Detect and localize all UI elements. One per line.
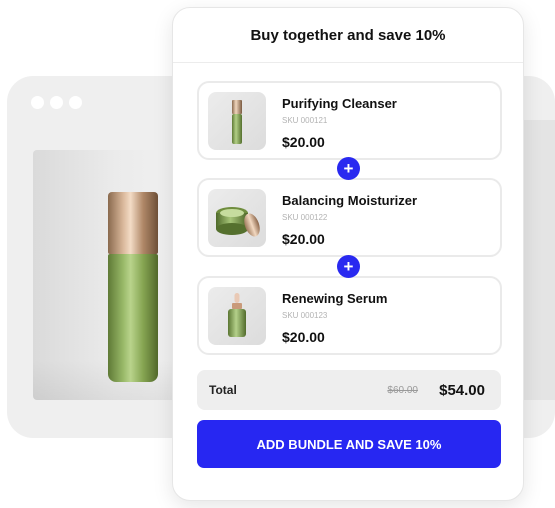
serum-dropper-icon — [228, 293, 246, 337]
product-thumbnail — [208, 189, 266, 247]
total-label: Total — [209, 383, 237, 397]
product-thumbnail — [208, 287, 266, 345]
window-dot-icon — [69, 96, 82, 109]
bundle-price: $54.00 — [439, 382, 485, 399]
plus-icon: + — [337, 157, 360, 180]
bundle-item-renewing-serum[interactable]: Renewing Serum SKU 000123 $20.00 — [197, 276, 502, 355]
cleanser-bottle-icon — [108, 192, 158, 382]
product-name: Renewing Serum — [282, 291, 388, 306]
window-dot-icon — [31, 96, 44, 109]
bundle-title: Buy together and save 10% — [173, 8, 523, 63]
hero-product-image — [33, 150, 183, 400]
moisturizer-jar-icon — [216, 207, 260, 237]
original-price: $60.00 — [387, 385, 418, 396]
product-thumbnail — [208, 92, 266, 150]
background-panel — [522, 120, 555, 400]
product-sku: SKU 000122 — [282, 213, 328, 222]
bundle-item-purifying-cleanser[interactable]: Purifying Cleanser SKU 000121 $20.00 — [197, 81, 502, 160]
product-name: Balancing Moisturizer — [282, 193, 418, 208]
product-sku: SKU 000123 — [282, 311, 328, 320]
window-dot-icon — [50, 96, 63, 109]
plus-icon: + — [337, 255, 360, 278]
product-price: $20.00 — [282, 134, 325, 150]
bundle-item-balancing-moisturizer[interactable]: Balancing Moisturizer SKU 000122 $20.00 — [197, 178, 502, 257]
cleanser-bottle-icon — [232, 100, 242, 144]
add-bundle-button[interactable]: ADD BUNDLE AND SAVE 10% — [197, 420, 501, 468]
product-sku: SKU 000121 — [282, 116, 328, 125]
bundle-card: Buy together and save 10% Purifying Clea… — [172, 7, 524, 501]
product-price: $20.00 — [282, 231, 325, 247]
product-name: Purifying Cleanser — [282, 96, 397, 111]
bundle-total-row: Total $60.00 $54.00 — [197, 370, 501, 410]
product-price: $20.00 — [282, 329, 325, 345]
